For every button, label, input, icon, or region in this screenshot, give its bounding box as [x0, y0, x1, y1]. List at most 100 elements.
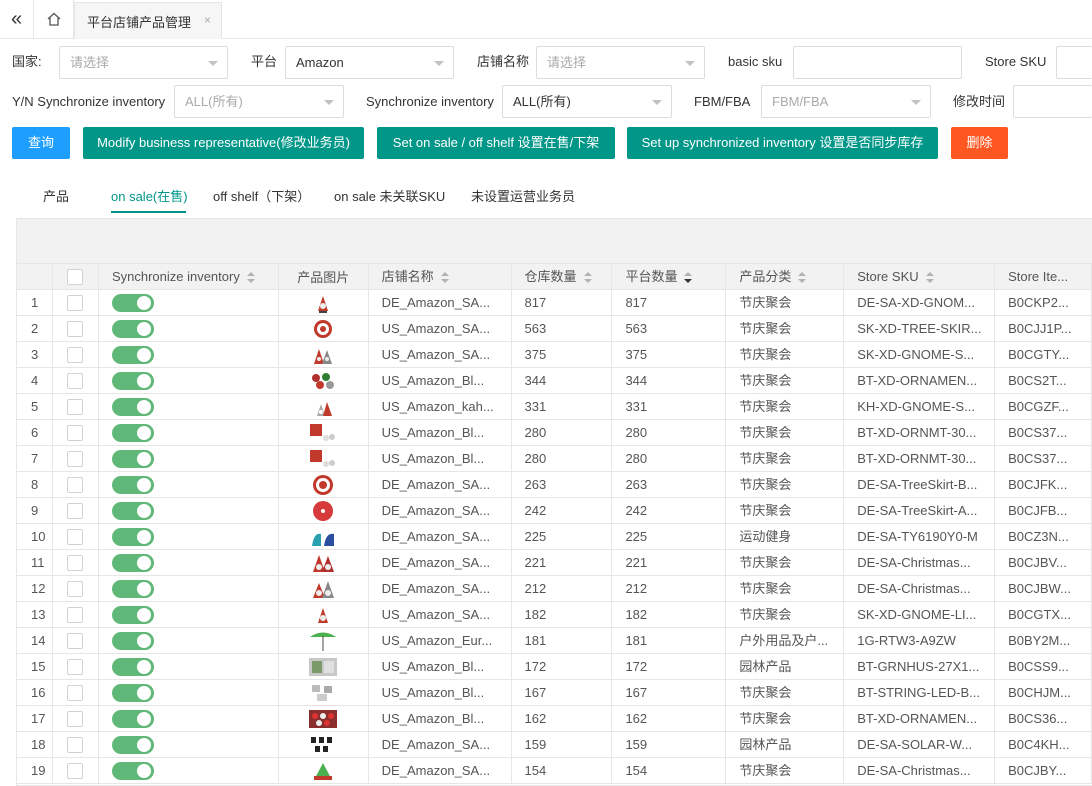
sort-icon[interactable]: [925, 271, 935, 284]
product-thumbnail[interactable]: [308, 422, 338, 444]
row-select-cell[interactable]: [53, 628, 99, 653]
row-select-cell[interactable]: [53, 316, 99, 341]
row-checkbox[interactable]: [67, 528, 84, 545]
row-select-cell[interactable]: [53, 602, 99, 627]
product-thumbnail[interactable]: [308, 682, 338, 704]
table-row[interactable]: 3 US_Amazon_SA... 375 375 节庆聚会 SK-XD-GNOME-S.…: [17, 342, 1092, 368]
table-row[interactable]: 11 DE_Amazon_SA... 221 221 节庆聚会 DE-SA-Christm…: [17, 550, 1092, 576]
sync-inventory-toggle[interactable]: [111, 632, 154, 650]
sync-inventory-toggle[interactable]: [111, 346, 154, 364]
sync-inventory-toggle[interactable]: [111, 372, 154, 390]
product-thumbnail[interactable]: [308, 292, 338, 314]
header-platform-qty[interactable]: 平台数量: [612, 264, 727, 290]
header-store-item[interactable]: Store Ite...: [995, 264, 1092, 290]
sync-inventory-toggle[interactable]: [111, 736, 154, 754]
row-checkbox[interactable]: [67, 606, 84, 623]
row-checkbox[interactable]: [67, 424, 84, 441]
row-checkbox[interactable]: [67, 398, 84, 415]
row-checkbox[interactable]: [67, 502, 84, 519]
sync-inventory-toggle[interactable]: [111, 580, 154, 598]
row-checkbox[interactable]: [67, 450, 84, 467]
table-row[interactable]: 2 US_Amazon_SA... 563 563 节庆聚会 SK-XD-TREE-SKI…: [17, 316, 1092, 342]
table-row[interactable]: 13 US_Amazon_SA... 182 182 节庆聚会 SK-XD-GNOME-L…: [17, 602, 1092, 628]
row-checkbox[interactable]: [67, 684, 84, 701]
row-checkbox[interactable]: [67, 658, 84, 675]
modified-time-input[interactable]: [1013, 85, 1092, 118]
close-icon[interactable]: ×: [204, 13, 211, 27]
table-row[interactable]: 4 US_Amazon_Bl... 344 344 节庆聚会 BT-XD-ORNAMEN.…: [17, 368, 1092, 394]
product-thumbnail[interactable]: [308, 344, 338, 366]
row-checkbox[interactable]: [67, 372, 84, 389]
sync-inventory-toggle[interactable]: [111, 762, 154, 780]
product-thumbnail[interactable]: [308, 526, 338, 548]
store-sku-input[interactable]: [1056, 46, 1092, 79]
table-row[interactable]: 7 US_Amazon_Bl... 280 280 节庆聚会 BT-XD-ORNMT-30…: [17, 446, 1092, 472]
header-sync-inventory[interactable]: Synchronize inventory: [99, 264, 279, 290]
table-row[interactable]: 16 US_Amazon_Bl... 167 167 节庆聚会 BT-STRING-LED…: [17, 680, 1092, 706]
row-checkbox[interactable]: [67, 320, 84, 337]
row-checkbox[interactable]: [67, 294, 84, 311]
product-thumbnail[interactable]: [308, 448, 338, 470]
sync-inventory-toggle[interactable]: [111, 294, 154, 312]
header-store-name[interactable]: 店铺名称: [369, 264, 512, 290]
table-row[interactable]: 19 DE_Amazon_SA... 154 154 节庆聚会 DE-SA-Christm…: [17, 758, 1092, 784]
sort-icon[interactable]: [440, 271, 450, 284]
header-select-all[interactable]: [53, 264, 99, 290]
set-sync-inventory-button[interactable]: Set up synchronized inventory 设置是否同步库存: [627, 127, 938, 159]
sync-inventory-select[interactable]: ALL(所有): [502, 85, 672, 118]
delete-button[interactable]: 删除: [951, 127, 1008, 159]
header-category[interactable]: 产品分类: [726, 264, 845, 290]
row-select-cell[interactable]: [53, 498, 99, 523]
country-select[interactable]: 请选择: [59, 46, 228, 79]
sort-desc-icon[interactable]: [683, 271, 693, 284]
tab-platform-store-product[interactable]: 平台店铺产品管理 ×: [74, 2, 222, 39]
sync-inventory-toggle[interactable]: [111, 320, 154, 338]
row-checkbox[interactable]: [67, 632, 84, 649]
product-thumbnail[interactable]: [308, 656, 338, 678]
row-select-cell[interactable]: [53, 654, 99, 679]
row-select-cell[interactable]: [53, 550, 99, 575]
row-select-cell[interactable]: [53, 342, 99, 367]
sync-inventory-toggle[interactable]: [111, 658, 154, 676]
table-row[interactable]: 5 US_Amazon_kah... 331 331 节庆聚会 KH-XD-GNOME-S…: [17, 394, 1092, 420]
row-select-cell[interactable]: [53, 368, 99, 393]
sync-inventory-toggle[interactable]: [111, 528, 154, 546]
sync-inventory-toggle[interactable]: [111, 450, 154, 468]
subtab-off-shelf[interactable]: off shelf（下架）: [213, 186, 310, 205]
table-row[interactable]: 14 US_Amazon_Eur... 181 181 户外用品及户... 1G-RTW3…: [17, 628, 1092, 654]
home-button[interactable]: [34, 0, 74, 38]
row-select-cell[interactable]: [53, 394, 99, 419]
table-row[interactable]: 6 US_Amazon_Bl... 280 280 节庆聚会 BT-XD-ORNMT-30…: [17, 420, 1092, 446]
product-thumbnail[interactable]: [308, 630, 338, 652]
row-select-cell[interactable]: [53, 706, 99, 731]
row-checkbox[interactable]: [67, 710, 84, 727]
sync-inventory-toggle[interactable]: [111, 606, 154, 624]
set-on-sale-button[interactable]: Set on sale / off shelf 设置在售/下架: [377, 127, 615, 159]
yn-sync-select[interactable]: ALL(所有): [174, 85, 344, 118]
sort-icon[interactable]: [246, 271, 256, 284]
table-row[interactable]: 8 DE_Amazon_SA... 263 263 节庆聚会 DE-SA-TreeSkir…: [17, 472, 1092, 498]
header-store-sku[interactable]: Store SKU: [844, 264, 996, 290]
product-thumbnail[interactable]: [308, 474, 338, 496]
row-checkbox[interactable]: [67, 736, 84, 753]
sort-icon[interactable]: [583, 271, 593, 284]
sync-inventory-toggle[interactable]: [111, 476, 154, 494]
row-select-cell[interactable]: [53, 290, 99, 315]
query-button[interactable]: 查询: [12, 127, 70, 159]
row-select-cell[interactable]: [53, 680, 99, 705]
header-warehouse-qty[interactable]: 仓库数量: [512, 264, 613, 290]
row-select-cell[interactable]: [53, 420, 99, 445]
sync-inventory-toggle[interactable]: [111, 398, 154, 416]
row-checkbox[interactable]: [67, 476, 84, 493]
row-select-cell[interactable]: [53, 446, 99, 471]
row-select-cell[interactable]: [53, 524, 99, 549]
product-thumbnail[interactable]: [308, 396, 338, 418]
table-row[interactable]: 15 US_Amazon_Bl... 172 172 园林产品 BT-GRNHUS-27X…: [17, 654, 1092, 680]
modify-representative-button[interactable]: Modify business representative(修改业务员): [83, 127, 364, 159]
row-checkbox[interactable]: [67, 554, 84, 571]
row-select-cell[interactable]: [53, 576, 99, 601]
table-row[interactable]: 1 DE_Amazon_SA... 817 817 节庆聚会 DE-SA-XD-GNOM.…: [17, 290, 1092, 316]
sync-inventory-toggle[interactable]: [111, 554, 154, 572]
sync-inventory-toggle[interactable]: [111, 502, 154, 520]
product-thumbnail[interactable]: [308, 760, 338, 782]
